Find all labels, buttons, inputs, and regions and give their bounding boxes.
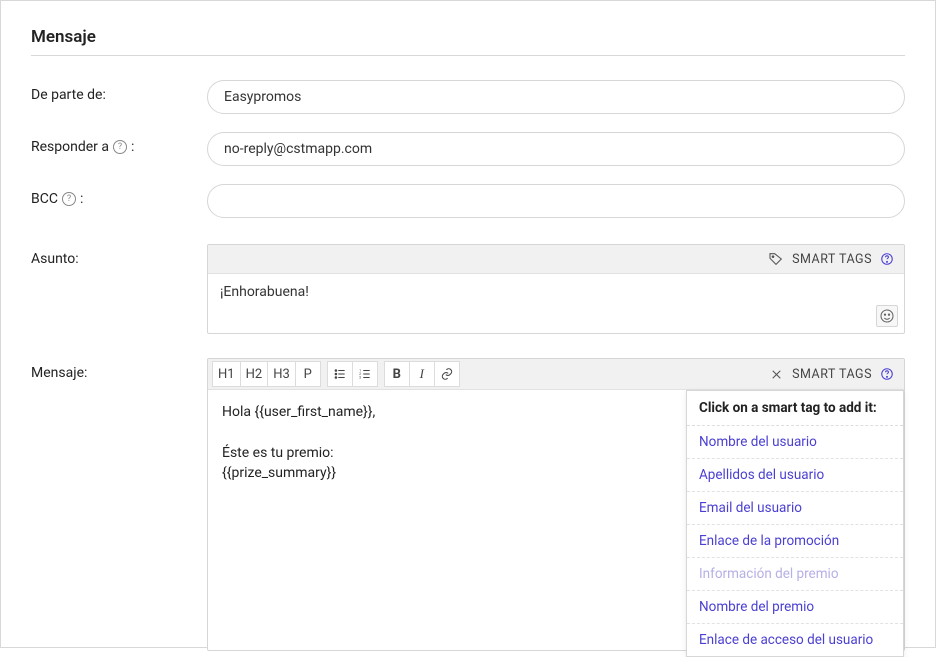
row-reply: Responder a ? : — [31, 132, 905, 166]
label-reply: Responder a ? : — [31, 132, 207, 155]
bcc-input[interactable] — [207, 184, 905, 218]
subject-smarttags-bar: SMART TAGS — [208, 245, 904, 274]
label-bcc-text: BCC — [31, 191, 58, 207]
label-from: De parte de: — [31, 80, 207, 103]
editor-wrap: H1 H2 H3 P 123 — [207, 358, 905, 651]
smart-tags-panel: Click on a smart tag to add it: Nombre d… — [686, 390, 904, 657]
tb-link[interactable] — [434, 361, 460, 387]
row-bcc: BCC ? : — [31, 184, 905, 218]
tb-h3[interactable]: H3 — [267, 361, 296, 387]
label-colon: : — [131, 139, 134, 155]
smart-tag-item[interactable]: Enlace de la promoción — [687, 525, 903, 558]
smart-tag-item[interactable]: Apellidos del usuario — [687, 459, 903, 492]
smart-tag-item[interactable]: Información del premio — [687, 558, 903, 591]
svg-text:3: 3 — [359, 376, 361, 380]
tb-ul[interactable] — [327, 361, 353, 387]
editor-body: Hola {{user_first_name}}, Éste es tu pre… — [208, 390, 904, 650]
subject-wrap: SMART TAGS — [207, 244, 905, 334]
smarttags-label[interactable]: SMART TAGS — [792, 367, 872, 382]
smart-tag-item[interactable]: Email del usuario — [687, 492, 903, 525]
tb-h1[interactable]: H1 — [212, 361, 241, 387]
help-icon[interactable]: ? — [113, 140, 127, 154]
help-icon[interactable]: ? — [62, 192, 76, 206]
tag-icon — [768, 251, 784, 267]
help-icon[interactable] — [880, 252, 894, 266]
label-bcc: BCC ? : — [31, 184, 207, 207]
help-icon[interactable] — [880, 367, 894, 381]
smarttags-label[interactable]: SMART TAGS — [792, 252, 872, 267]
smart-tag-item[interactable]: Nombre del usuario — [687, 426, 903, 459]
tb-italic[interactable]: I — [409, 361, 435, 387]
smart-tag-item[interactable]: Nombre del premio — [687, 591, 903, 624]
section-title: Mensaje — [31, 27, 905, 56]
row-subject: Asunto: SMART TAGS — [31, 244, 905, 334]
label-reply-text: Responder a — [31, 139, 109, 155]
page-container: Mensaje De parte de: Responder a ? : BCC… — [0, 0, 936, 648]
row-message: Mensaje: H1 H2 H3 P — [31, 358, 905, 651]
tb-bold[interactable]: B — [384, 361, 410, 387]
label-subject: Asunto: — [31, 244, 207, 267]
reply-input[interactable] — [207, 132, 905, 166]
emoji-button[interactable] — [876, 305, 898, 327]
close-smarttags-icon[interactable] — [768, 366, 784, 382]
label-colon: : — [80, 191, 83, 207]
tb-p[interactable]: P — [295, 361, 321, 387]
subject-input[interactable] — [208, 274, 904, 329]
from-input[interactable] — [207, 80, 905, 114]
row-from: De parte de: — [31, 80, 905, 114]
tb-h2[interactable]: H2 — [240, 361, 269, 387]
editor-toolbar: H1 H2 H3 P 123 — [208, 359, 904, 390]
smart-panel-header: Click on a smart tag to add it: — [687, 391, 903, 426]
tb-ol[interactable]: 123 — [352, 361, 378, 387]
label-message: Mensaje: — [31, 358, 207, 381]
smart-tag-item[interactable]: Enlace de acceso del usuario — [687, 624, 903, 656]
